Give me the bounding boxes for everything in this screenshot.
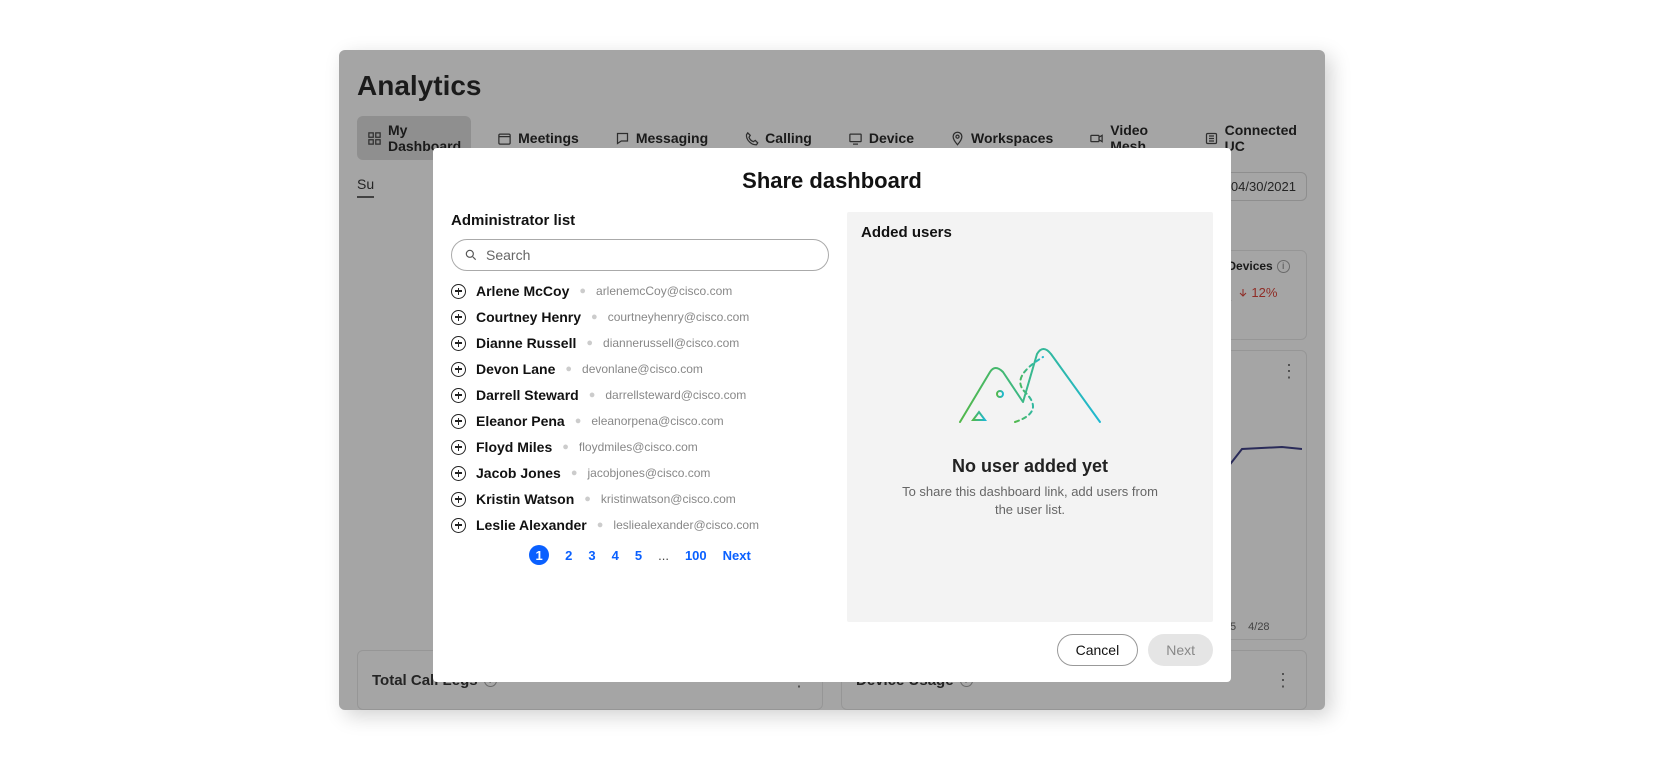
administrator-row: Leslie Alexander ● lesliealexander@cisco.c…: [451, 517, 829, 533]
next-button[interactable]: Next: [1148, 634, 1213, 666]
separator-dot: ●: [584, 493, 591, 505]
administrator-email: devonlane@cisco.com: [582, 362, 703, 376]
administrator-name: Dianne Russell: [476, 335, 576, 351]
added-users-heading: Added users: [861, 224, 1199, 241]
add-user-button[interactable]: [451, 414, 466, 429]
search-placeholder: Search: [486, 247, 530, 263]
page-5[interactable]: 5: [635, 548, 642, 563]
administrator-row: Jacob Jones ● jacobjones@cisco.com: [451, 465, 829, 481]
separator-dot: ●: [579, 285, 586, 297]
page-next[interactable]: Next: [723, 548, 751, 563]
page-last[interactable]: 100: [685, 548, 707, 563]
administrator-row: Arlene McCoy ● arlenemcCoy@cisco.com: [451, 283, 829, 299]
page-4[interactable]: 4: [612, 548, 619, 563]
administrator-list: Arlene McCoy ● arlenemcCoy@cisco.com Courtn…: [451, 283, 829, 533]
add-user-button[interactable]: [451, 310, 466, 325]
administrator-name: Jacob Jones: [476, 465, 561, 481]
administrator-row: Dianne Russell ● diannerussell@cisco.com: [451, 335, 829, 351]
administrator-email: kristinwatson@cisco.com: [601, 492, 736, 506]
separator-dot: ●: [562, 441, 569, 453]
administrator-name: Kristin Watson: [476, 491, 574, 507]
added-users-panel: Added users: [847, 212, 1213, 622]
empty-state: No user added yet To share this dashboar…: [861, 251, 1199, 610]
modal-title: Share dashboard: [433, 168, 1231, 194]
administrator-email: arlenemcCoy@cisco.com: [596, 284, 732, 298]
separator-dot: ●: [565, 363, 572, 375]
separator-dot: ●: [575, 415, 582, 427]
administrator-row: Darrell Steward ● darrellsteward@cisco.com: [451, 387, 829, 403]
administrator-name: Leslie Alexander: [476, 517, 587, 533]
administrator-name: Courtney Henry: [476, 309, 581, 325]
separator-dot: ●: [571, 467, 578, 479]
administrator-email: diannerussell@cisco.com: [603, 336, 739, 350]
add-user-button[interactable]: [451, 388, 466, 403]
administrator-name: Eleanor Pena: [476, 413, 565, 429]
separator-dot: ●: [597, 519, 604, 531]
administrator-row: Eleanor Pena ● eleanorpena@cisco.com: [451, 413, 829, 429]
page-ellipsis: ...: [658, 548, 669, 563]
page-2[interactable]: 2: [565, 548, 572, 563]
separator-dot: ●: [591, 311, 598, 323]
add-user-button[interactable]: [451, 518, 466, 533]
add-user-button[interactable]: [451, 466, 466, 481]
administrator-name: Floyd Miles: [476, 439, 552, 455]
administrator-row: Courtney Henry ● courtneyhenry@cisco.com: [451, 309, 829, 325]
search-input[interactable]: Search: [451, 239, 829, 271]
separator-dot: ●: [586, 337, 593, 349]
modal-footer: Cancel Next: [433, 634, 1231, 682]
pagination: 1 2 3 4 5 ... 100 Next: [451, 545, 829, 565]
administrator-list-heading: Administrator list: [451, 212, 829, 229]
add-user-button[interactable]: [451, 362, 466, 377]
empty-subtext: To share this dashboard link, add users …: [900, 483, 1160, 518]
administrator-email: floydmiles@cisco.com: [579, 440, 698, 454]
administrator-row: Devon Lane ● devonlane@cisco.com: [451, 361, 829, 377]
administrator-email: darrellsteward@cisco.com: [605, 388, 746, 402]
empty-heading: No user added yet: [952, 456, 1108, 477]
separator-dot: ●: [589, 389, 596, 401]
add-user-button[interactable]: [451, 492, 466, 507]
share-dashboard-modal: Share dashboard Administrator list Searc…: [433, 148, 1231, 682]
administrator-row: Kristin Watson ● kristinwatson@cisco.com: [451, 491, 829, 507]
administrator-name: Darrell Steward: [476, 387, 579, 403]
administrator-row: Floyd Miles ● floydmiles@cisco.com: [451, 439, 829, 455]
administrator-name: Arlene McCoy: [476, 283, 569, 299]
search-icon: [464, 248, 478, 262]
administrator-email: jacobjones@cisco.com: [587, 466, 710, 480]
administrator-email: eleanorpena@cisco.com: [591, 414, 723, 428]
add-user-button[interactable]: [451, 440, 466, 455]
add-user-button[interactable]: [451, 284, 466, 299]
administrator-list-panel: Administrator list Search Arlene McCoy ● a…: [451, 212, 829, 622]
administrator-name: Devon Lane: [476, 361, 555, 377]
add-user-button[interactable]: [451, 336, 466, 351]
administrator-email: courtneyhenry@cisco.com: [608, 310, 750, 324]
page-1[interactable]: 1: [529, 545, 549, 565]
cancel-button[interactable]: Cancel: [1057, 634, 1139, 666]
modal-wrap: Share dashboard Administrator list Searc…: [339, 50, 1325, 710]
page-3[interactable]: 3: [588, 548, 595, 563]
empty-illustration: [955, 342, 1105, 432]
administrator-email: lesliealexander@cisco.com: [613, 518, 759, 532]
